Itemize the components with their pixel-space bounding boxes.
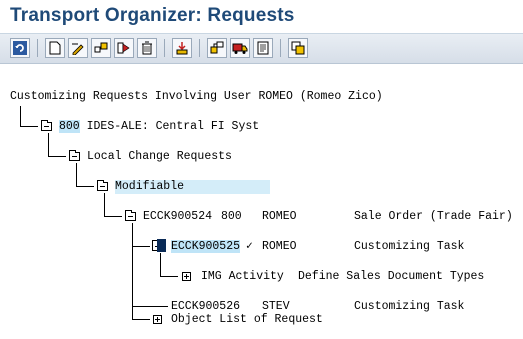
tree-expand-button[interactable] [207, 38, 227, 58]
truck-button[interactable] [230, 38, 250, 58]
expand-node-icon[interactable] [153, 315, 162, 324]
application-toolbar [0, 34, 523, 64]
config-button[interactable] [288, 38, 308, 58]
change-icon [72, 43, 84, 55]
toolbar-separator [37, 39, 38, 57]
tree-connector [76, 163, 77, 186]
client-text: IDES-ALE: Central FI Syst [79, 120, 260, 133]
request-owner: ROMEO [262, 210, 297, 223]
tree-root-label: Customizing Requests Involving User ROME… [10, 90, 383, 103]
tree-node-modifiable[interactable]: Modifiable [115, 180, 270, 194]
request-client: 800 [221, 210, 242, 223]
img-activity-label[interactable]: IMG Activity [201, 270, 284, 284]
tree-connector [132, 306, 168, 307]
new-button[interactable] [45, 38, 65, 58]
tree-connector [20, 106, 21, 126]
folder-icon[interactable] [41, 120, 52, 131]
selected-marker [157, 239, 166, 252]
truck-icon [232, 43, 248, 54]
tree-connector [160, 276, 178, 277]
check-icon: ✓ [246, 240, 253, 253]
import-icon [176, 42, 188, 55]
tree-connector [20, 126, 38, 127]
tree-node-local-change[interactable]: Local Change Requests [87, 150, 232, 164]
folder-icon[interactable] [125, 210, 136, 221]
task2-description: Customizing Task [354, 300, 465, 313]
tree-connector [104, 193, 105, 216]
object-list-label[interactable]: Object List of Request [171, 313, 323, 327]
new-icon [49, 41, 61, 55]
tree-connector [48, 133, 49, 156]
tree-connector [160, 253, 161, 276]
tree-connector [132, 246, 150, 247]
tree-connector [132, 319, 150, 320]
tree-expand-icon [210, 41, 224, 54]
release-icon [117, 42, 130, 54]
task-id-selected[interactable]: ECCK900525 [171, 240, 241, 254]
tree-connector [132, 223, 133, 319]
request-tree: Customizing Requests Involving User ROME… [0, 64, 523, 339]
release-button[interactable] [114, 38, 134, 58]
protocol-icon [257, 41, 269, 55]
task1-owner: ROMEO [262, 240, 297, 253]
refresh-icon [13, 41, 27, 55]
task2-id[interactable]: ECCK900526 [171, 300, 240, 314]
delete-icon [142, 41, 152, 55]
title-bar: Transport Organizer: Requests [0, 0, 523, 34]
request-id[interactable]: ECCK900524 [143, 210, 212, 224]
tree-connector [104, 216, 122, 217]
refresh-button[interactable] [10, 38, 30, 58]
toolbar-separator [199, 39, 200, 57]
config-icon [291, 41, 305, 55]
request-description: Sale Order (Trade Fair) [354, 210, 513, 223]
img-activity-description: Define Sales Document Types [298, 270, 485, 283]
delete-button[interactable] [137, 38, 157, 58]
task2-owner: STEV [262, 300, 290, 313]
folder-icon[interactable] [69, 150, 80, 161]
tree-connector [76, 186, 94, 187]
import-button[interactable] [172, 38, 192, 58]
task1-id-text: ECCK900525 [171, 240, 241, 253]
display-button[interactable] [91, 38, 111, 58]
change-button[interactable] [68, 38, 88, 58]
folder-icon[interactable] [97, 180, 108, 191]
tree-node-client[interactable]: 800 IDES-ALE: Central FI Syst [59, 120, 259, 134]
client-number: 800 [59, 120, 80, 133]
protocol-button[interactable] [253, 38, 273, 58]
window-title: Transport Organizer: Requests [10, 5, 295, 26]
tree-connector [48, 156, 66, 157]
toolbar-separator [164, 39, 165, 57]
expand-node-icon[interactable] [182, 272, 191, 281]
toolbar-separator [280, 39, 281, 57]
display-icon [94, 42, 108, 53]
modifiable-label: Modifiable [115, 180, 185, 193]
task1-description: Customizing Task [354, 240, 465, 253]
